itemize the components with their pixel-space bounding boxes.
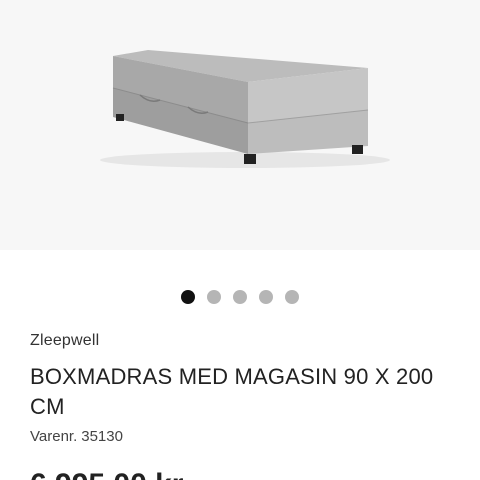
sku-label: Varenr. [30,428,78,445]
carousel-dot-5[interactable] [285,290,299,304]
carousel-dot-4[interactable] [259,290,273,304]
product-page: Zleepwell BOXMADRAS MED MAGASIN 90 X 200… [0,0,480,480]
product-title: BOXMADRAS MED MAGASIN 90 X 200 CM [30,364,434,419]
product-price: 6.995,00 kr [30,468,183,480]
brand-name[interactable]: Zleepwell [30,332,99,350]
boxmattress-image [100,50,390,168]
carousel-dot-2[interactable] [207,290,221,304]
carousel-dots [0,290,480,304]
sku-value: 35130 [81,428,123,445]
carousel-dot-3[interactable] [233,290,247,304]
sku: Varenr. 35130 [30,428,123,445]
carousel-dot-1[interactable] [181,290,195,304]
product-image[interactable] [0,0,480,250]
